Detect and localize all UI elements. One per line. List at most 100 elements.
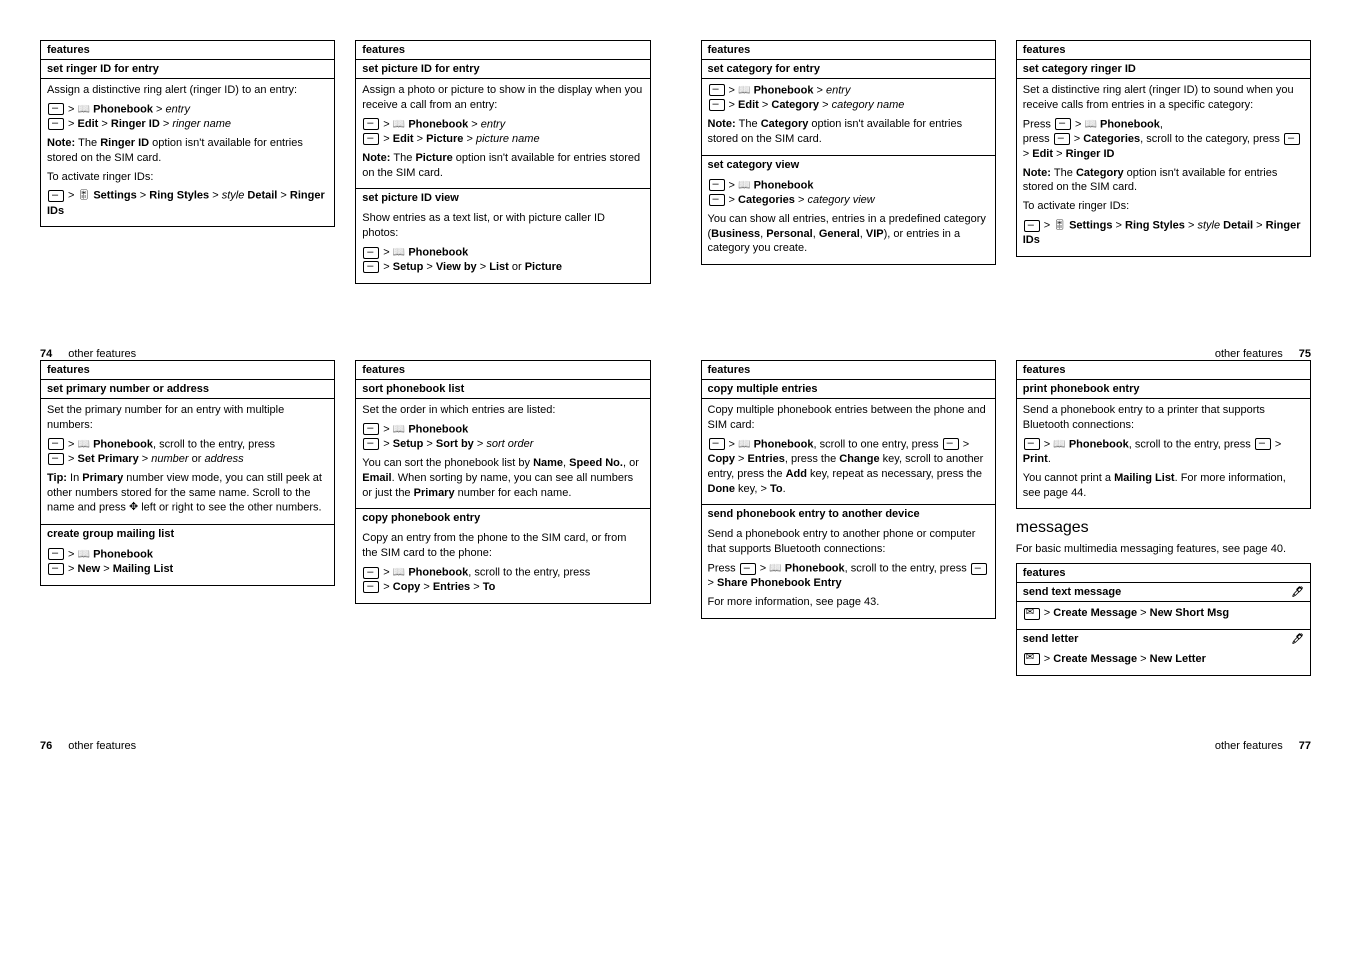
label: Sort by: [436, 438, 474, 450]
label: Setup: [393, 438, 424, 450]
footer-right: other features77: [1215, 740, 1311, 752]
label: Ring Styles: [1125, 219, 1185, 231]
label: Share Phonebook Entry: [717, 577, 842, 589]
path: > Phonebook > entry > Edit > Category > …: [708, 83, 989, 113]
phonebook-icon: [78, 102, 90, 117]
path: > Phonebook, scroll to the entry, press …: [1023, 437, 1304, 467]
text: Copy multiple phonebook entries between …: [708, 403, 989, 433]
text: You cannot print a Mailing List. For mor…: [1023, 471, 1304, 501]
box-body: Show entries as a text list, or with pic…: [356, 207, 649, 283]
box-subheader: copy phonebook entry: [356, 508, 649, 527]
box-body: Set the order in which entries are liste…: [356, 399, 649, 508]
section-heading: messages: [1016, 519, 1311, 537]
feature-box: features set ringer ID for entry Assign …: [40, 40, 335, 227]
note: Note: The Category option isn't availabl…: [1023, 166, 1304, 196]
label: Setup: [393, 261, 424, 273]
path: > Settings > Ring Styles > style Detail …: [1023, 218, 1304, 248]
text: The: [78, 137, 100, 149]
phonebook-icon: [738, 83, 750, 98]
var: sort order: [486, 438, 533, 450]
box-subheader: sort phonebook list: [356, 380, 649, 399]
label: Entries: [748, 453, 785, 465]
label: Phonebook: [1069, 438, 1129, 450]
path: > Phonebook > Categories > category view: [708, 178, 989, 208]
label: Email: [362, 472, 391, 484]
box-body: > Create Message > New Letter: [1017, 648, 1310, 675]
label: List: [489, 261, 509, 273]
label: send letter: [1023, 633, 1079, 645]
box-subheader: set picture ID for entry: [356, 60, 649, 79]
text: Send a phonebook entry to another phone …: [708, 527, 989, 557]
var: category view: [807, 194, 874, 206]
label: Phonebook: [408, 118, 468, 130]
label: Phonebook: [754, 84, 814, 96]
label: Print: [1023, 453, 1048, 465]
label: Edit: [1032, 148, 1053, 160]
note: Note: The Ringer ID option isn't availab…: [47, 136, 328, 166]
text: You can sort the phonebook list by Name,…: [362, 456, 643, 501]
menu-icon: [709, 179, 725, 191]
menu-icon: [363, 247, 379, 259]
text: Set the primary number for an entry with…: [47, 403, 328, 433]
label: Mailing List: [113, 563, 174, 575]
menu-icon: [1284, 133, 1300, 145]
label: Copy: [393, 581, 421, 593]
label: Create Message: [1053, 607, 1137, 619]
path: > Create Message > New Short Msg: [1023, 606, 1304, 621]
label: Edit: [393, 133, 414, 145]
box-header: features: [1017, 361, 1310, 380]
text: , scroll to the entry, press: [468, 567, 590, 579]
da-icon: [1291, 633, 1304, 645]
label: Settings: [93, 190, 136, 202]
box-header: features: [41, 361, 334, 380]
label: Category: [761, 118, 809, 130]
label: Set Primary: [78, 453, 139, 465]
path: > Phonebook > Setup > View by > List or …: [362, 245, 643, 275]
label: Phonebook: [408, 246, 468, 258]
footer-left: 74 other features: [40, 348, 136, 360]
path: > Settings > Ring Styles > style Detail …: [47, 188, 328, 218]
text: , scroll to the entry, press: [1129, 438, 1254, 450]
label: Entries: [433, 581, 470, 593]
menu-icon: [48, 563, 64, 575]
label: Primary: [82, 472, 123, 484]
footer-text: other features: [68, 348, 136, 360]
box-header: features: [356, 361, 649, 380]
var: category name: [832, 99, 905, 111]
label: Phonebook: [408, 567, 468, 579]
box-subheader: set primary number or address: [41, 380, 334, 399]
box-header: features: [1017, 564, 1310, 583]
label: Copy: [708, 453, 736, 465]
page-number: 74: [40, 348, 52, 360]
text: For basic multimedia messaging features,…: [1016, 543, 1311, 555]
footer-text: other features: [1215, 740, 1283, 752]
menu-icon: [48, 438, 64, 450]
var: address: [204, 453, 243, 465]
label: Change: [839, 453, 879, 465]
text: You can sort the phonebook list by: [362, 457, 533, 469]
phonebook-icon: [738, 178, 750, 193]
footer-text: other features: [68, 740, 136, 752]
label: Ringer ID: [100, 137, 149, 149]
menu-icon: [709, 438, 725, 450]
phonebook-icon: [393, 117, 405, 132]
footer-text: other features: [1215, 348, 1283, 360]
box-body: > Phonebook > New > Mailing List: [41, 543, 334, 585]
box-subheader: send text message: [1017, 583, 1310, 602]
da-icon: [1291, 586, 1304, 598]
text: Press: [708, 563, 739, 575]
menu-icon: [48, 103, 64, 115]
box-subheader: set picture ID view: [356, 188, 649, 207]
label: Detail: [1223, 219, 1253, 231]
path: > Phonebook > Setup > Sort by > sort ord…: [362, 422, 643, 452]
label: Edit: [738, 99, 759, 111]
phonebook-icon: [769, 561, 781, 576]
text: .: [783, 483, 786, 495]
path: > Phonebook, scroll to one entry, press …: [708, 437, 989, 497]
feature-box: features set category ringer ID Set a di…: [1016, 40, 1311, 257]
nav-icon: [129, 500, 138, 515]
label: Speed No.: [569, 457, 623, 469]
box-subheader: set category for entry: [702, 60, 995, 79]
label: Tip:: [47, 472, 70, 484]
box-body: Copy multiple phonebook entries between …: [702, 399, 995, 504]
